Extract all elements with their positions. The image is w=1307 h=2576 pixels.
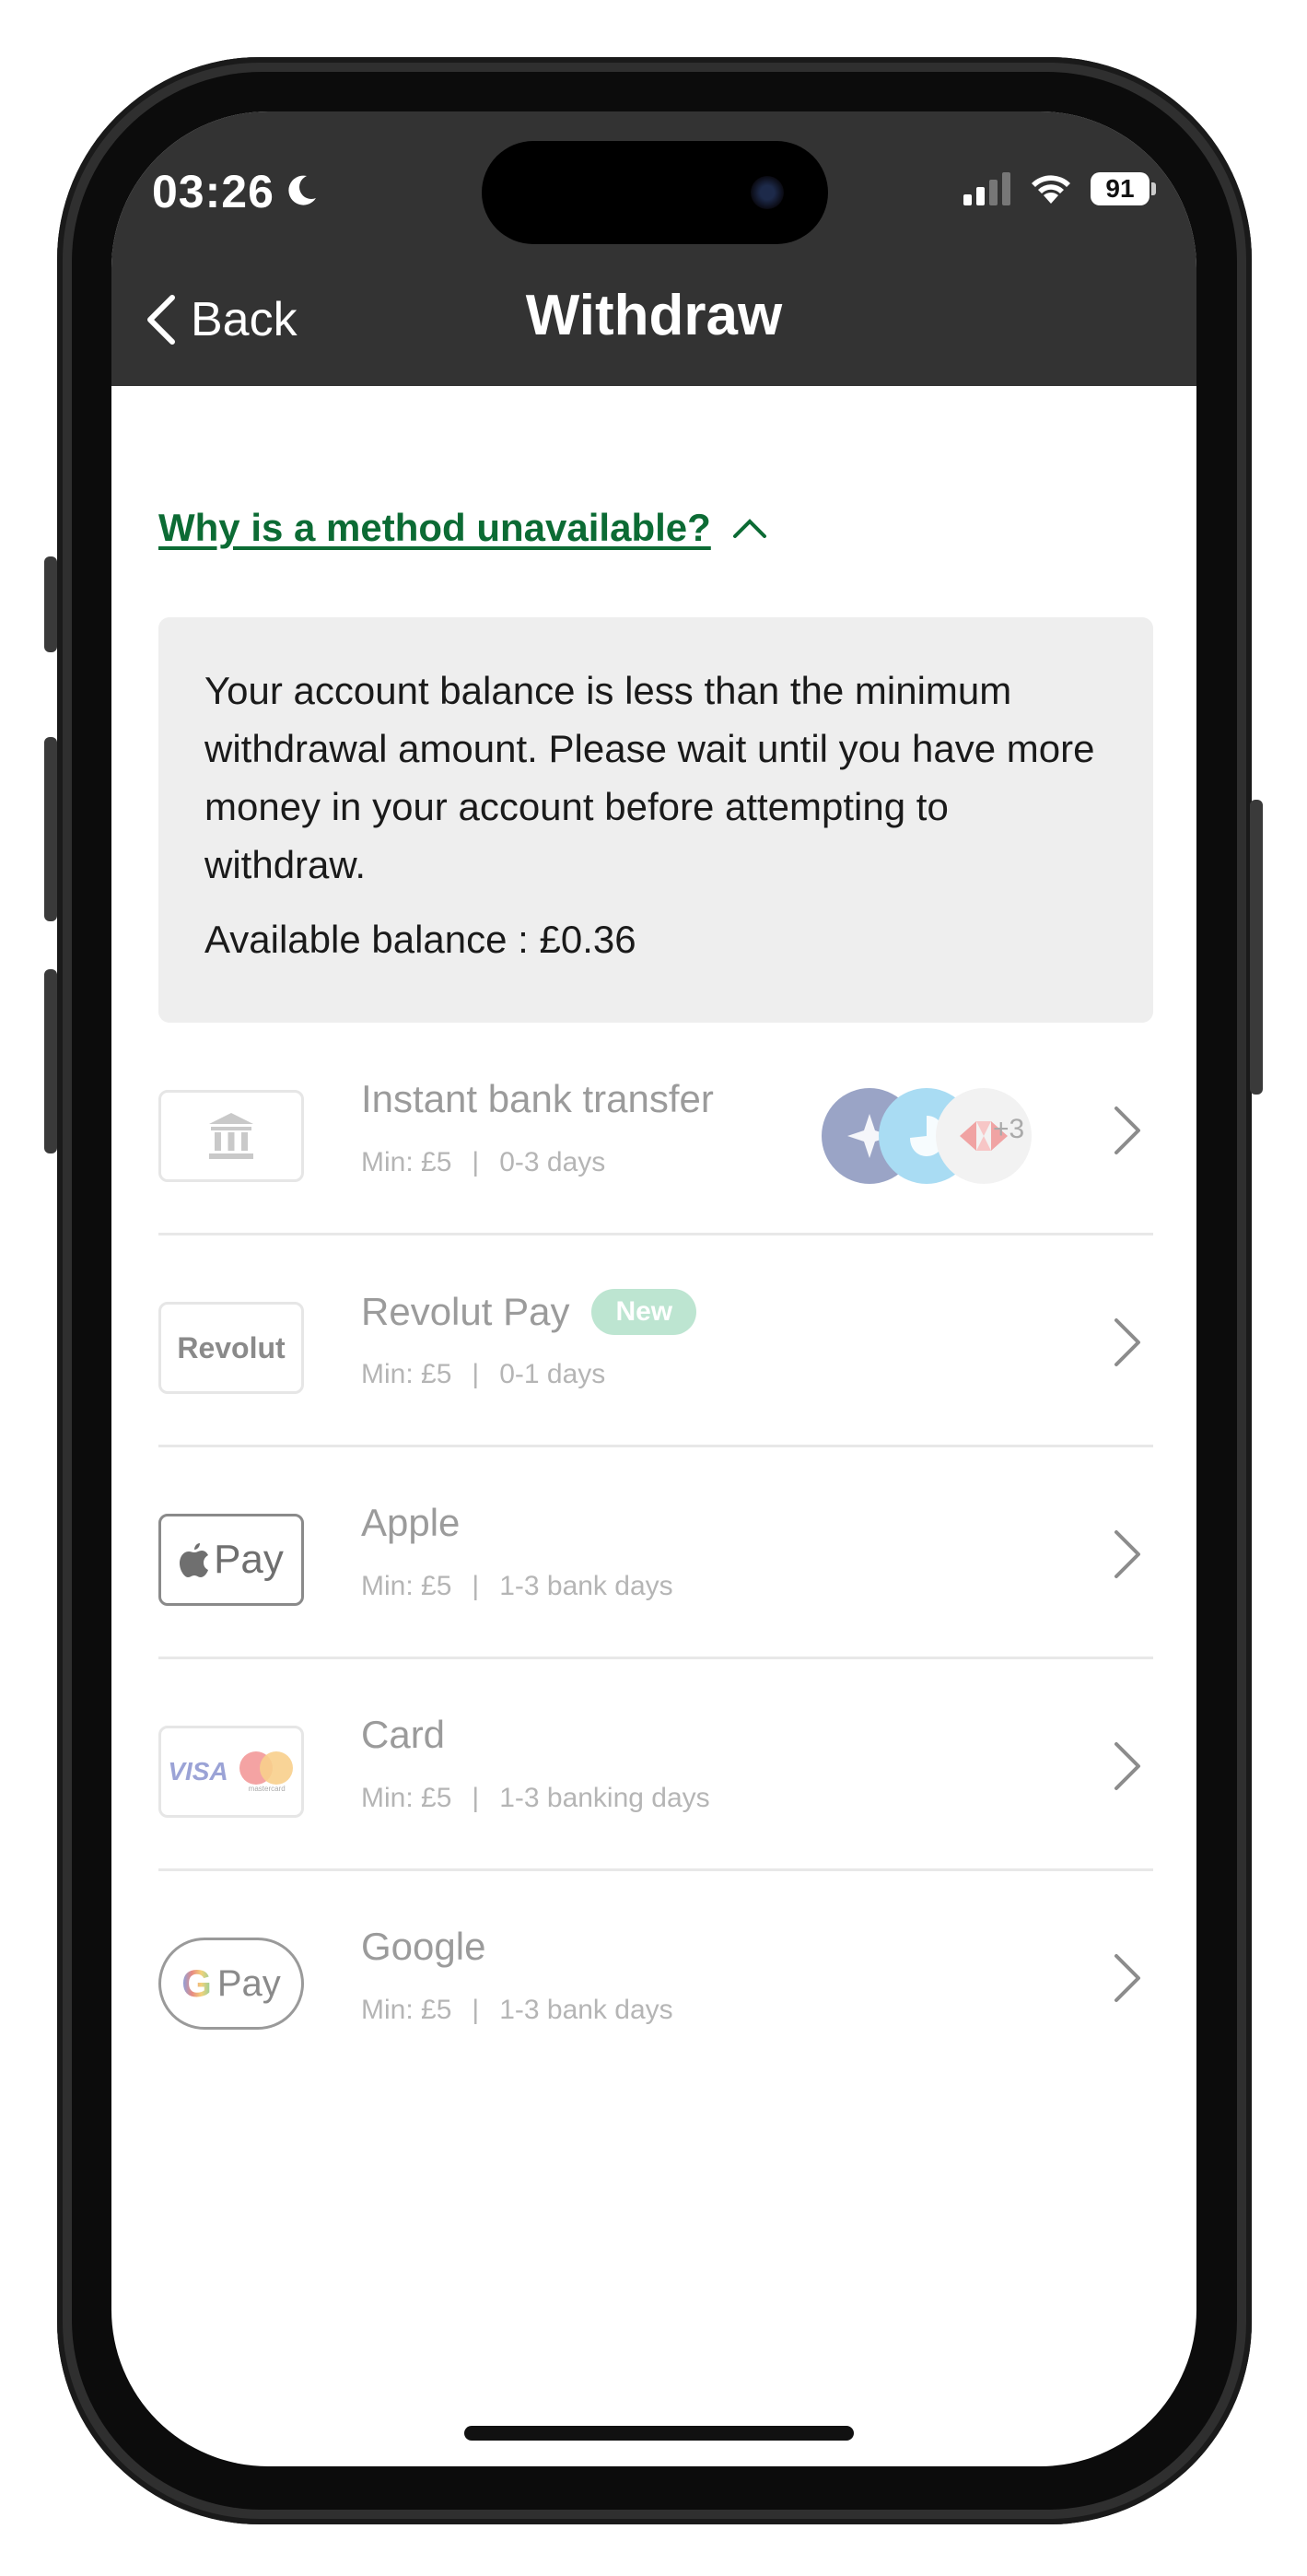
separator: | [472,1359,480,1389]
processing-time: 1-3 banking days [499,1783,710,1813]
method-instant-bank-transfer[interactable]: Instant bank transfer Min: £5 | 0-3 days +… [158,1024,1153,1235]
moon-icon [288,175,316,205]
separator: | [472,1147,480,1177]
screen: 03:26 91 Back Withdraw Why is a method u… [111,111,1196,2466]
mastercard-logo: mastercard [239,1751,295,1793]
camera-icon [751,176,784,209]
min-amount: Min: £5 [361,1147,452,1177]
chevron-right-icon [1114,1954,1140,2002]
revolut-logo: Revolut [158,1302,304,1394]
method-google-pay[interactable]: G Pay Google Min: £5 | 1-3 bank days [158,1871,1153,2083]
separator: | [472,1571,480,1601]
power-button [1250,800,1263,1095]
wifi-icon [1032,175,1070,204]
method-details: Min: £5 | 1-3 bank days [361,1995,673,2026]
method-details: Min: £5 | 1-3 banking days [361,1783,710,1814]
apple-icon [180,1543,209,1577]
volume-down-button [44,969,57,1153]
method-revolut-pay[interactable]: Revolut Revolut Pay New Min: £5 | 0-1 days [158,1235,1153,1447]
chevron-right-icon [1114,1107,1140,1154]
processing-time: 0-1 days [499,1359,606,1389]
processing-time: 1-3 bank days [499,1571,673,1601]
withdraw-method-list: Instant bank transfer Min: £5 | 0-3 days +… [158,1024,1153,2083]
method-title: Apple [361,1501,461,1544]
visa-logo-text: VISA [168,1757,228,1786]
method-title: Card [361,1713,446,1756]
info-message: Your account balance is less than the mi… [204,669,1095,886]
method-title-text: Revolut Pay [361,1290,570,1333]
apple-pay-logo: Pay [158,1514,304,1606]
google-pay-text: Pay [216,1962,281,2004]
method-apple-pay[interactable]: Pay Apple Min: £5 | 1-3 bank days [158,1447,1153,1659]
processing-time: 0-3 days [499,1147,606,1177]
min-amount: Min: £5 [361,1783,452,1813]
why-unavailable-toggle[interactable]: Why is a method unavailable? [158,506,768,550]
method-details: Min: £5 | 0-3 days [361,1147,605,1178]
card-logo: VISA mastercard [158,1726,304,1818]
bank-icon [209,1113,253,1159]
revolut-logo-text: Revolut [177,1330,286,1364]
page-title: Withdraw [525,284,783,347]
header: 03:26 91 Back Withdraw [111,111,1196,386]
action-button [44,556,57,652]
apple-pay-text: Pay [214,1537,284,1582]
separator: | [472,1995,480,2025]
min-amount: Min: £5 [361,1571,452,1601]
more-banks-count: +3 [993,1114,1025,1144]
status-indicators: 91 [963,172,1156,205]
bank-logo [158,1090,304,1182]
separator: | [472,1783,480,1813]
min-amount: Min: £5 [361,1995,452,2025]
min-amount: Min: £5 [361,1359,452,1389]
signal-icon [963,172,1010,205]
chevron-right-icon [1114,1318,1140,1366]
chevron-right-icon [1114,1742,1140,1790]
volume-up-button [44,737,57,921]
method-details: Min: £5 | 1-3 bank days [361,1571,673,1602]
status-time: 03:26 [152,166,274,217]
method-details: Min: £5 | 0-1 days [361,1359,605,1390]
method-title: Google [361,1925,486,1968]
method-title: Instant bank transfer [361,1077,714,1120]
battery-icon: 91 [1091,172,1149,205]
google-pay-logo: G Pay [158,1938,304,2030]
unavailable-info-panel: Your account balance is less than the mi… [158,617,1153,1023]
method-card[interactable]: VISA mastercard Card Min: £5 | 1-3 banking… [158,1659,1153,1871]
chevron-right-icon [1114,1530,1140,1578]
battery-tip [1151,182,1156,195]
method-title: Revolut Pay New [361,1289,697,1335]
google-g-icon: G [181,1961,212,2005]
mastercard-logo-text: mastercard [248,1785,286,1793]
dynamic-island [482,141,828,244]
home-indicator[interactable] [464,2426,854,2441]
available-balance: Available balance : £0.36 [204,918,636,961]
why-unavailable-label: Why is a method unavailable? [158,506,711,549]
new-badge: New [591,1289,697,1335]
processing-time: 1-3 bank days [499,1995,673,2025]
chevron-up-icon [732,519,766,538]
